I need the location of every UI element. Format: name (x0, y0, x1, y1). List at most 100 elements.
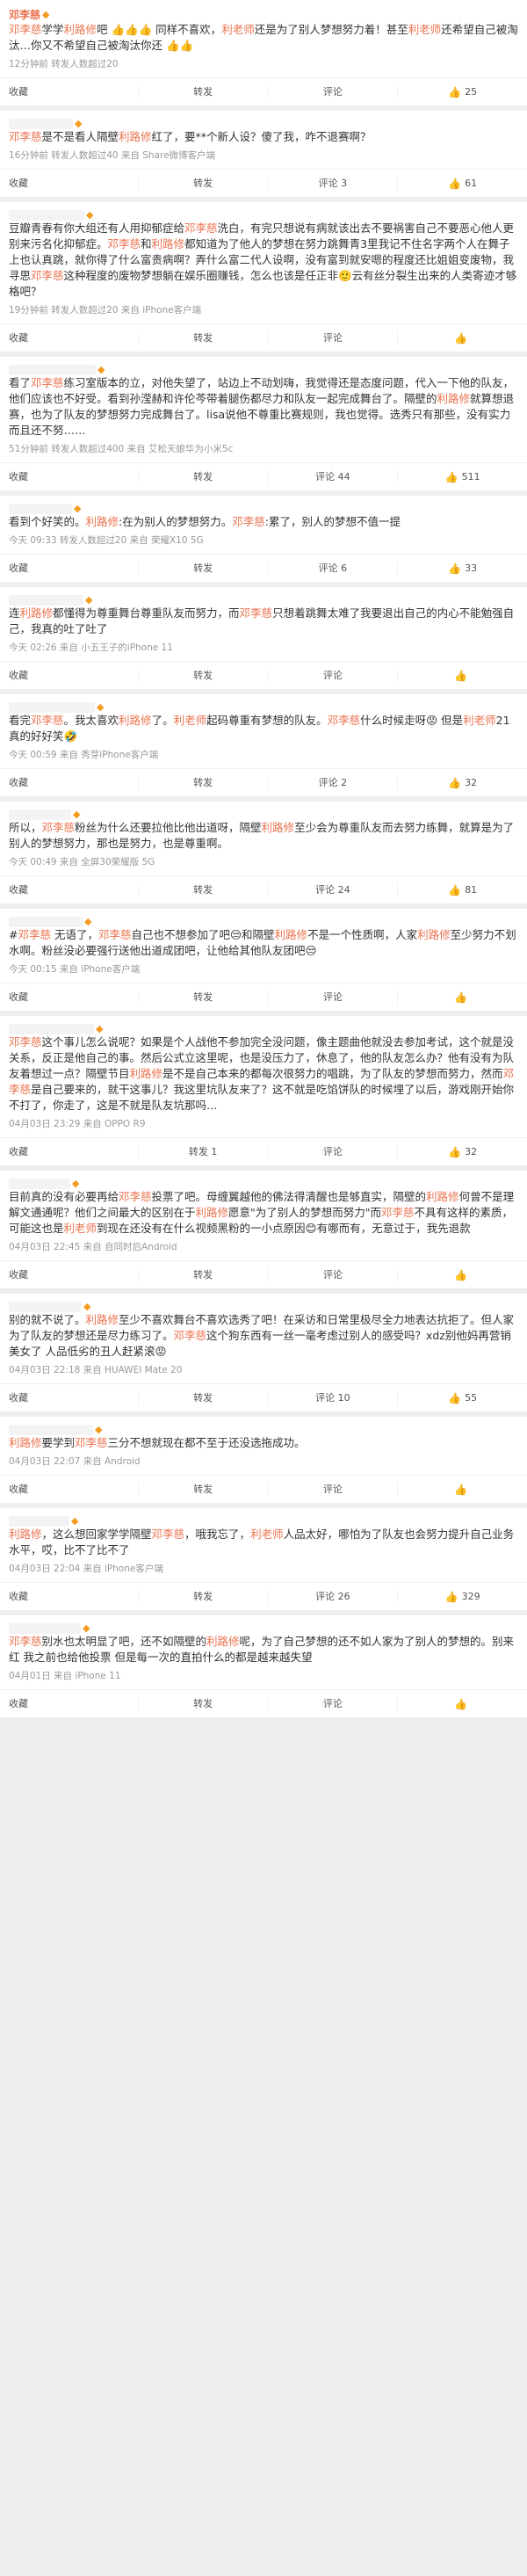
username[interactable] (9, 916, 83, 927)
name-highlight[interactable]: 利路修 (262, 821, 295, 834)
fav-button[interactable]: 收藏 (0, 1268, 139, 1281)
comment-button[interactable]: 评论 2 (269, 776, 399, 789)
fav-button[interactable]: 收藏 (0, 85, 139, 98)
fav-button[interactable]: 收藏 (0, 990, 139, 1004)
name-highlight[interactable]: 利路修 (417, 928, 451, 941)
comment-button[interactable]: 评论 (269, 85, 399, 98)
like-button[interactable]: 👍 (398, 991, 527, 1004)
name-highlight[interactable]: 邓李慈 (240, 606, 273, 620)
name-highlight[interactable]: 利路修 (426, 1190, 459, 1203)
name-highlight[interactable]: 邓李慈 (31, 269, 64, 282)
name-highlight[interactable]: 邓李慈 (108, 237, 141, 250)
name-highlight[interactable]: 利路修 (64, 23, 97, 36)
comment-button[interactable]: 评论 44 (269, 470, 399, 483)
like-button[interactable]: 👍 329 (398, 1591, 527, 1603)
username[interactable] (9, 503, 72, 514)
like-button[interactable]: 👍 511 (398, 471, 527, 483)
name-highlight[interactable]: 邓李慈 (9, 1635, 42, 1648)
username[interactable] (9, 118, 73, 129)
name-highlight[interactable]: 利路修 (196, 1206, 229, 1219)
repost-button[interactable]: 转发 (139, 470, 269, 483)
name-highlight[interactable]: 邓李慈 (174, 1329, 207, 1342)
fav-button[interactable]: 收藏 (0, 1391, 139, 1404)
name-highlight[interactable]: 利路修 (119, 714, 152, 727)
username[interactable] (9, 701, 95, 713)
name-highlight[interactable]: 利路修 (152, 237, 185, 250)
repost-button[interactable]: 转发 (139, 1483, 269, 1496)
name-highlight[interactable]: 利老师 (64, 1222, 97, 1235)
comment-button[interactable]: 评论 (269, 669, 399, 682)
comment-button[interactable]: 评论 (269, 331, 399, 345)
like-button[interactable]: 👍 (398, 1269, 527, 1281)
comment-button[interactable]: 评论 10 (269, 1391, 399, 1404)
fav-button[interactable]: 收藏 (0, 562, 139, 575)
repost-button[interactable]: 转发 (139, 1590, 269, 1603)
comment-button[interactable]: 评论 (269, 1268, 399, 1281)
name-highlight[interactable]: 邓李慈 (9, 1067, 514, 1096)
name-highlight[interactable]: 邓李慈 (119, 1190, 152, 1203)
name-highlight[interactable]: 利老师 (174, 714, 207, 727)
fav-button[interactable]: 收藏 (0, 1590, 139, 1603)
username[interactable] (9, 1424, 93, 1435)
username[interactable] (9, 594, 83, 606)
like-button[interactable]: 👍 (398, 1698, 527, 1710)
repost-button[interactable]: 转发 (139, 562, 269, 575)
name-highlight[interactable]: 利老师 (463, 714, 496, 727)
name-highlight[interactable]: 邓李慈 (98, 928, 132, 941)
name-highlight[interactable]: 邓李慈 (152, 1527, 185, 1541)
name-highlight[interactable]: 利路修 (119, 130, 152, 143)
like-button[interactable]: 👍 (398, 670, 527, 682)
name-highlight[interactable]: 邓李慈 (9, 23, 42, 36)
name-highlight[interactable]: 邓李慈 (31, 714, 64, 727)
repost-button[interactable]: 转发 (139, 177, 269, 190)
fav-button[interactable]: 收藏 (0, 177, 139, 190)
comment-button[interactable]: 评论 (269, 1145, 399, 1158)
like-button[interactable]: 👍 81 (398, 884, 527, 896)
fav-button[interactable]: 收藏 (0, 776, 139, 789)
name-highlight[interactable]: 利路修 (437, 392, 471, 405)
name-highlight[interactable]: 邓李慈 (232, 515, 265, 528)
username[interactable] (9, 1023, 94, 1034)
like-button[interactable]: 👍 33 (398, 562, 527, 575)
name-highlight[interactable]: 邓李慈 (9, 1035, 42, 1049)
repost-button[interactable]: 转发 (139, 669, 269, 682)
name-highlight[interactable]: 利老师 (221, 23, 255, 36)
name-highlight[interactable]: 邓李慈 (381, 1206, 415, 1219)
username[interactable] (9, 809, 71, 820)
name-highlight[interactable]: 邓李慈 (18, 928, 51, 941)
name-highlight[interactable]: 邓李慈 (184, 221, 218, 235)
comment-button[interactable]: 评论 (269, 1483, 399, 1496)
fav-button[interactable]: 收藏 (0, 1697, 139, 1710)
like-button[interactable]: 👍 25 (398, 86, 527, 98)
repost-button[interactable]: 转发 (139, 85, 269, 98)
username[interactable] (9, 1301, 82, 1312)
name-highlight[interactable]: 邓李慈 (75, 1436, 108, 1449)
comment-button[interactable]: 评论 24 (269, 883, 399, 896)
name-highlight[interactable]: 利路修 (86, 515, 119, 528)
comment-button[interactable]: 评论 (269, 1697, 399, 1710)
repost-button[interactable]: 转发 (139, 990, 269, 1004)
fav-button[interactable]: 收藏 (0, 331, 139, 345)
username[interactable] (9, 209, 84, 221)
username[interactable] (9, 364, 96, 375)
name-highlight[interactable]: 邓李慈 (31, 376, 64, 389)
like-button[interactable]: 👍 (398, 332, 527, 345)
repost-button[interactable]: 转发 (139, 331, 269, 345)
repost-button[interactable]: 转发 1 (139, 1145, 269, 1158)
comment-button[interactable]: 评论 3 (269, 177, 399, 190)
repost-button[interactable]: 转发 (139, 1268, 269, 1281)
fav-button[interactable]: 收藏 (0, 1483, 139, 1496)
like-button[interactable]: 👍 32 (398, 1146, 527, 1158)
username[interactable] (9, 1515, 69, 1527)
repost-button[interactable]: 转发 (139, 1697, 269, 1710)
name-highlight[interactable]: 利路修 (9, 1436, 42, 1449)
name-highlight[interactable]: 邓李慈 (9, 130, 42, 143)
like-button[interactable]: 👍 61 (398, 178, 527, 190)
fav-button[interactable]: 收藏 (0, 883, 139, 896)
fav-button[interactable]: 收藏 (0, 1145, 139, 1158)
like-button[interactable]: 👍 (398, 1484, 527, 1496)
comment-button[interactable]: 评论 6 (269, 562, 399, 575)
like-button[interactable]: 👍 32 (398, 777, 527, 789)
username[interactable] (9, 1178, 70, 1189)
name-highlight[interactable]: 邓李慈 (42, 821, 76, 834)
